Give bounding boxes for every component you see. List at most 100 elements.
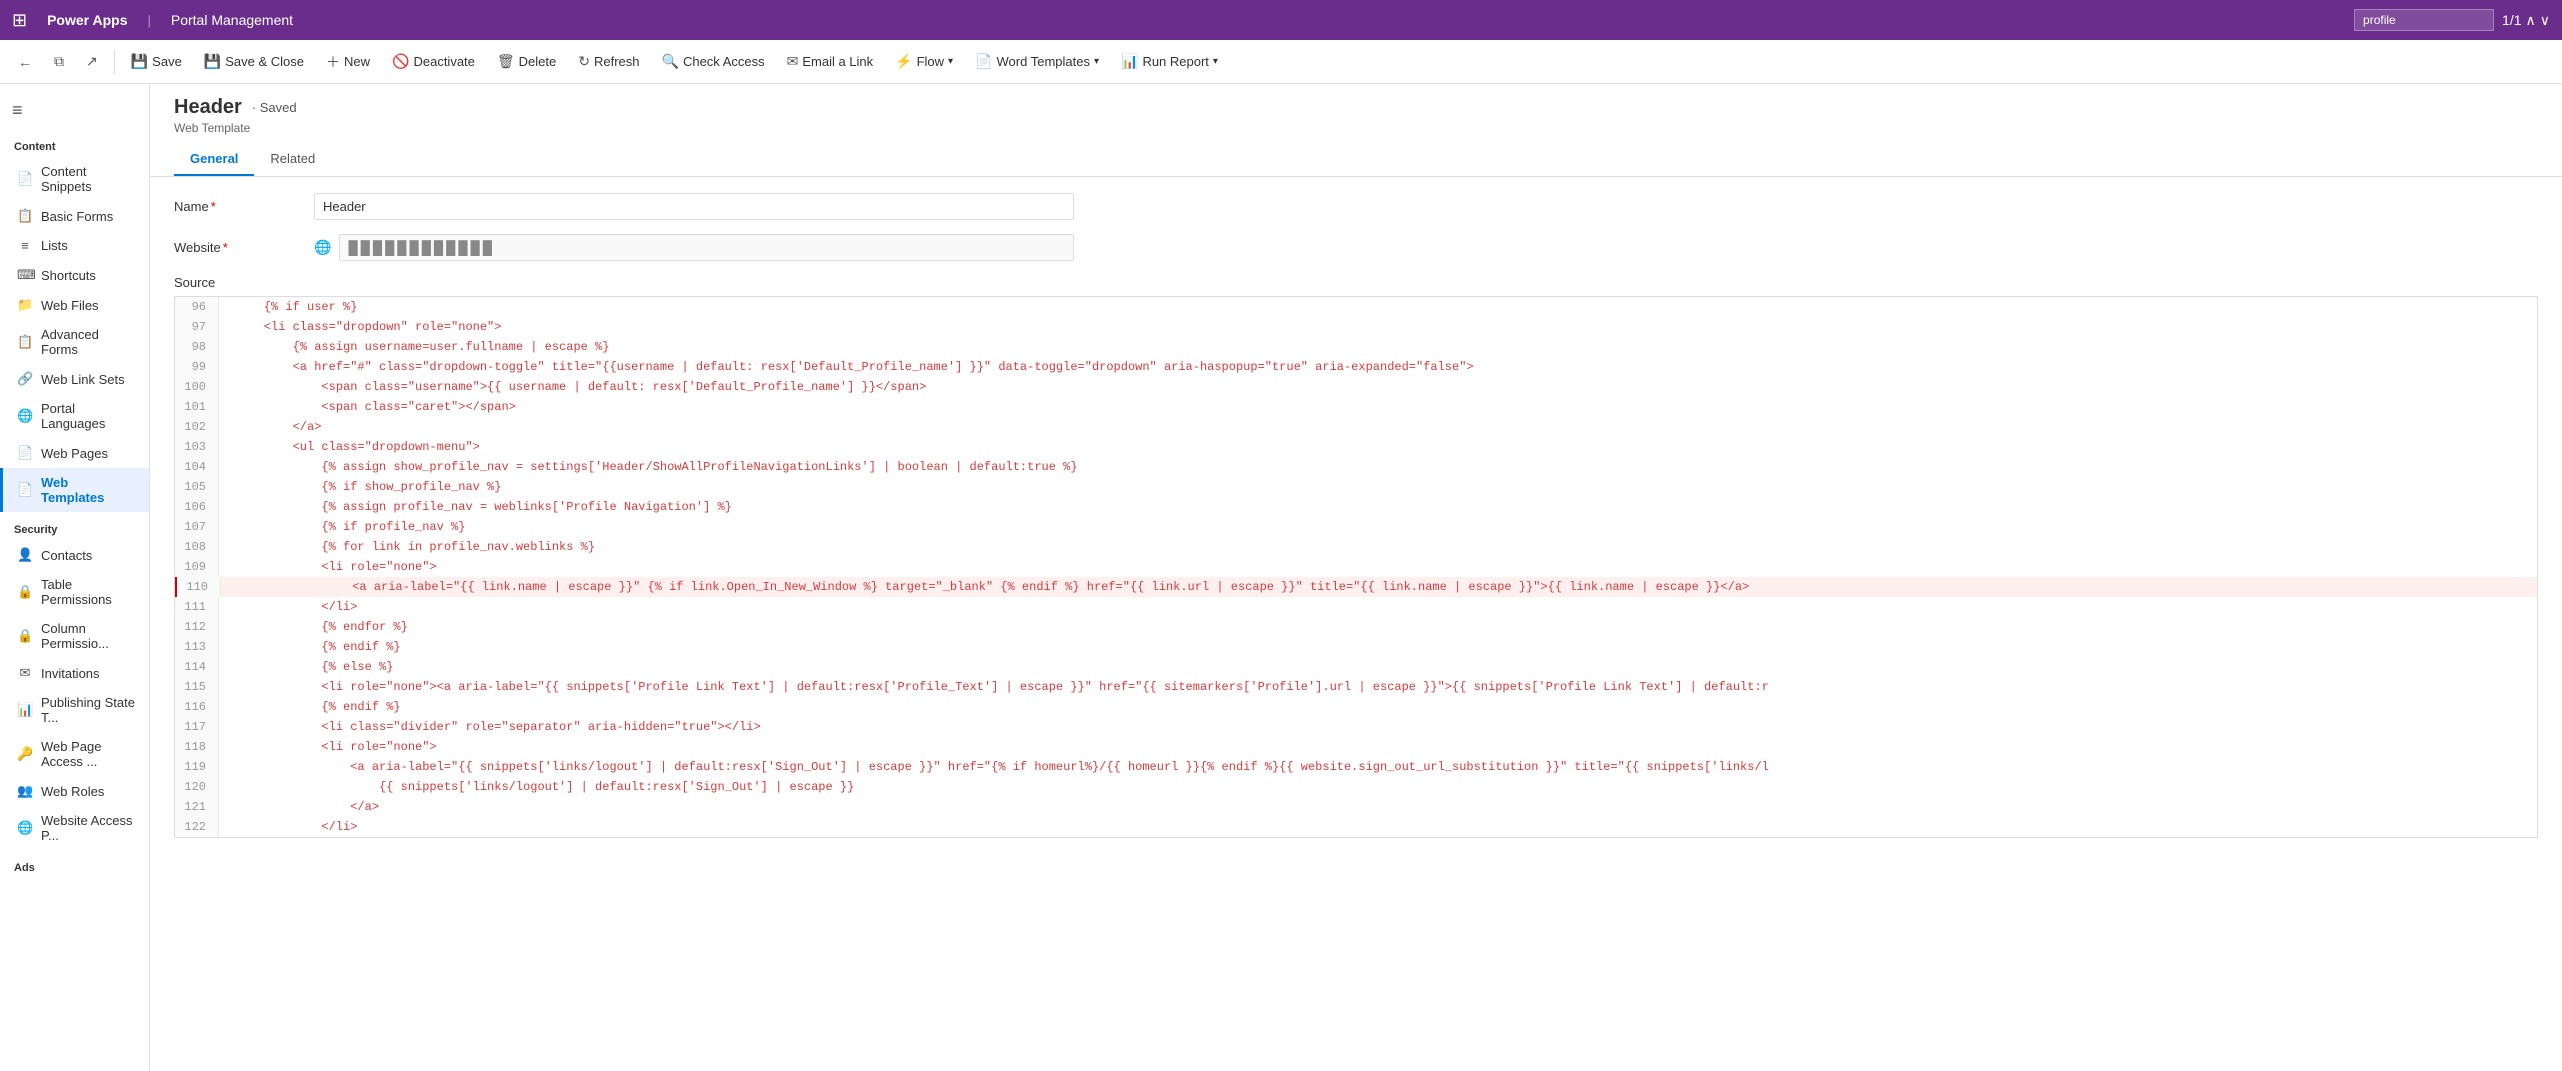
sidebar-item-column-permissions[interactable]: 🔒 Column Permissio... (0, 614, 149, 658)
check-access-button[interactable]: 🔍 Check Access (652, 47, 775, 76)
top-bar: ⊞ Power Apps | Portal Management 1/1 ∧ ∨ (0, 0, 2562, 40)
sidebar-item-web-link-sets-label: Web Link Sets (41, 372, 125, 387)
code-line-117: 117 <li class="divider" role="separator"… (175, 717, 2537, 737)
line-number: 113 (175, 637, 219, 657)
tab-general[interactable]: General (174, 143, 254, 176)
line-number: 105 (175, 477, 219, 497)
flow-label: Flow (917, 54, 944, 69)
sidebar-item-web-templates[interactable]: 📄 Web Templates (0, 468, 149, 512)
sidebar-item-shortcuts[interactable]: ⌨ Shortcuts (0, 260, 149, 290)
back-icon: ← (18, 54, 32, 70)
sidebar-item-invitations-label: Invitations (41, 666, 100, 681)
top-bar-right: 1/1 ∧ ∨ (2354, 9, 2550, 31)
sidebar-toggle-button[interactable]: ≡ (0, 92, 149, 129)
sidebar-item-portal-languages-label: Portal Languages (41, 401, 135, 431)
line-content: {% else %} (219, 657, 2537, 677)
copy-button[interactable]: ⧉ (44, 47, 74, 76)
code-line-116: 116 {% endif %} (175, 697, 2537, 717)
word-templates-button[interactable]: 📄 Word Templates ▾ (965, 47, 1109, 76)
code-line-122: 122 </li> (175, 817, 2537, 837)
line-content: <li role="none"><a aria-label="{{ snippe… (219, 677, 2537, 697)
line-number: 106 (175, 497, 219, 517)
line-content: <span class="username">{{ username | def… (219, 377, 2537, 397)
website-label: Website* (174, 234, 314, 255)
new-label: New (344, 54, 370, 69)
save-icon: 💾 (131, 53, 148, 70)
sidebar-item-portal-languages[interactable]: 🌐 Portal Languages (0, 394, 149, 438)
code-line-97: 97 <li class="dropdown" role="none"> (175, 317, 2537, 337)
code-line-99: 99 <a href="#" class="dropdown-toggle" t… (175, 357, 2537, 377)
app-grid-button[interactable]: ⊞ (12, 10, 27, 31)
code-editor[interactable]: 96 {% if user %}97 <li class="dropdown" … (174, 296, 2538, 838)
web-pages-icon: 📄 (17, 445, 33, 461)
source-section: Source 96 {% if user %}97 <li class="dro… (174, 275, 2538, 838)
refresh-icon: ↻ (578, 53, 590, 70)
code-line-112: 112 {% endfor %} (175, 617, 2537, 637)
check-access-label: Check Access (683, 54, 765, 69)
invitations-icon: ✉ (17, 665, 33, 681)
line-number: 110 (177, 577, 221, 597)
code-lines: 96 {% if user %}97 <li class="dropdown" … (175, 297, 2537, 837)
line-content: {% assign username=user.fullname | escap… (219, 337, 2537, 357)
sidebar-item-invitations[interactable]: ✉ Invitations (0, 658, 149, 688)
run-report-label: Run Report (1142, 54, 1208, 69)
word-templates-label: Word Templates (997, 54, 1090, 69)
share-button[interactable]: ↗ (76, 47, 108, 76)
back-button[interactable]: ← (8, 48, 42, 76)
save-label: Save (152, 54, 182, 69)
sidebar-item-lists[interactable]: ≡ Lists (0, 231, 149, 260)
line-number: 104 (175, 457, 219, 477)
sidebar-item-web-pages-label: Web Pages (41, 446, 108, 461)
line-content: {% if user %} (219, 297, 2537, 317)
sidebar-item-website-access-label: Website Access P... (41, 813, 135, 843)
tabs: General Related (174, 143, 2538, 176)
sidebar-item-content-snippets[interactable]: 📄 Content Snippets (0, 157, 149, 201)
refresh-button[interactable]: ↻ Refresh (568, 47, 649, 76)
line-content: <a aria-label="{{ link.name | escape }}"… (221, 577, 2537, 597)
sidebar-item-website-access[interactable]: 🌐 Website Access P... (0, 806, 149, 850)
line-content: <li role="none"> (219, 737, 2537, 757)
line-content: <li role="none"> (219, 557, 2537, 577)
web-page-access-icon: 🔑 (17, 746, 33, 762)
email-link-button[interactable]: ✉ Email a Link (777, 47, 884, 76)
tab-related[interactable]: Related (254, 143, 331, 176)
line-number: 121 (175, 797, 219, 817)
sidebar-section-security: Security (0, 512, 149, 540)
sidebar-item-web-link-sets[interactable]: 🔗 Web Link Sets (0, 364, 149, 394)
deactivate-button[interactable]: 🚫 Deactivate (382, 47, 485, 76)
sidebar-item-advanced-forms[interactable]: 📋 Advanced Forms (0, 320, 149, 364)
line-number: 103 (175, 437, 219, 457)
content-snippets-icon: 📄 (17, 171, 33, 187)
save-button[interactable]: 💾 Save (121, 47, 192, 76)
line-content: <li class="divider" role="separator" ari… (219, 717, 2537, 737)
website-value[interactable]: ████████████ (339, 234, 1074, 261)
app-divider: | (147, 13, 150, 28)
main-layout: ≡ Content 📄 Content Snippets 📋 Basic For… (0, 84, 2562, 1071)
line-number: 96 (175, 297, 219, 317)
new-button[interactable]: ＋ New (316, 46, 380, 78)
line-number: 99 (175, 357, 219, 377)
sidebar-item-basic-forms-label: Basic Forms (41, 209, 113, 224)
nav-up-button[interactable]: ∧ (2526, 12, 2536, 29)
search-input[interactable] (2354, 9, 2494, 31)
record-header: Header · Saved Web Template General Rela… (150, 84, 2562, 177)
sidebar-item-web-files[interactable]: 📁 Web Files (0, 290, 149, 320)
flow-button[interactable]: ⚡ Flow ▾ (885, 47, 963, 76)
line-content: <a aria-label="{{ snippets['links/logout… (219, 757, 2537, 777)
sidebar-item-web-pages[interactable]: 📄 Web Pages (0, 438, 149, 468)
nav-down-button[interactable]: ∨ (2540, 12, 2550, 29)
run-report-button[interactable]: 📊 Run Report ▾ (1111, 47, 1228, 76)
sidebar-item-contacts[interactable]: 👤 Contacts (0, 540, 149, 570)
website-required-star: * (223, 240, 228, 255)
delete-button[interactable]: 🗑 Delete (487, 47, 566, 76)
sidebar-item-web-roles[interactable]: 👥 Web Roles (0, 776, 149, 806)
code-line-98: 98 {% assign username=user.fullname | es… (175, 337, 2537, 357)
sidebar-item-table-permissions[interactable]: 🔒 Table Permissions (0, 570, 149, 614)
line-number: 111 (175, 597, 219, 617)
advanced-forms-icon: 📋 (17, 334, 33, 350)
sidebar-item-basic-forms[interactable]: 📋 Basic Forms (0, 201, 149, 231)
sidebar-item-publishing-state[interactable]: 📊 Publishing State T... (0, 688, 149, 732)
name-input[interactable] (314, 193, 1074, 220)
sidebar-item-web-page-access[interactable]: 🔑 Web Page Access ... (0, 732, 149, 776)
save-close-button[interactable]: 💾 Save & Close (194, 47, 314, 76)
